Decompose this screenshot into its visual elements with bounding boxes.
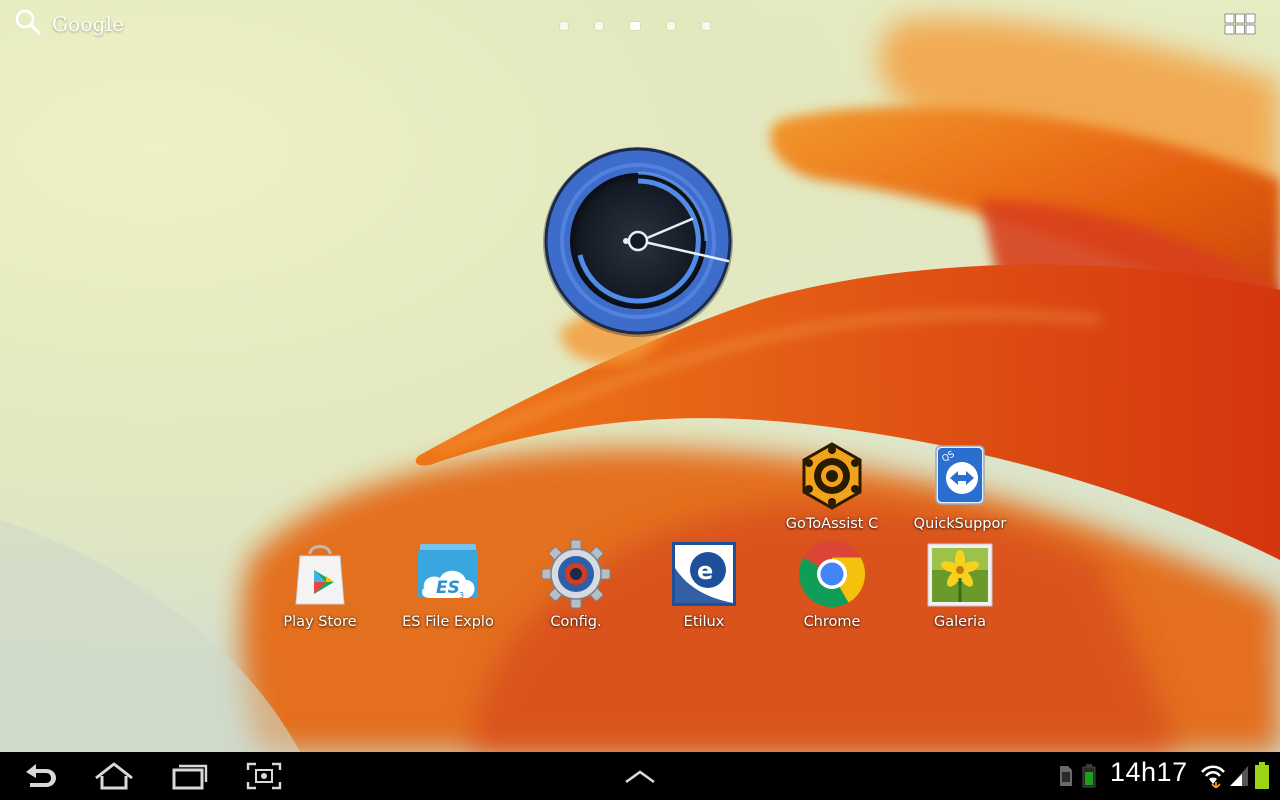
app-es-file-explorer[interactable]: ES 3 ES File Explo [396, 538, 500, 630]
home-page-indicator [560, 22, 710, 30]
recent-apps-button[interactable] [170, 760, 210, 792]
screenshot-icon [246, 762, 282, 790]
wallpaper [0, 0, 1280, 752]
wifi-icon [1200, 762, 1226, 792]
battery-small-icon [1082, 764, 1096, 792]
app-label: Play Store [283, 614, 357, 630]
app-etilux[interactable]: e Etilux [652, 538, 756, 630]
page-dot [560, 22, 568, 30]
app-play-store[interactable]: Play Store [268, 538, 372, 630]
system-navigation-bar [0, 752, 1280, 800]
svg-text:ES: ES [436, 578, 460, 598]
analog-clock-widget[interactable] [540, 145, 740, 345]
back-button[interactable] [20, 760, 60, 792]
signal-icon [1228, 764, 1250, 792]
app-label: QuickSuppor [913, 516, 1007, 532]
gallery-icon [924, 538, 996, 610]
flower-petals-image [0, 18, 1280, 752]
apps-button[interactable] [1224, 13, 1256, 35]
app-label: Galeria [934, 614, 986, 630]
gotoassist-gear-icon [796, 440, 868, 512]
google-search-label: Google [52, 12, 125, 36]
app-label: Chrome [803, 614, 861, 630]
svg-text:e: e [697, 557, 713, 585]
battery-icon [1254, 762, 1270, 794]
settings-gear-icon [540, 538, 612, 610]
teamviewer-quicksupport-icon: QS [924, 440, 996, 512]
status-clock: 14h17 [1110, 757, 1188, 787]
app-chrome[interactable]: Chrome [780, 538, 884, 630]
page-dot [667, 22, 675, 30]
app-galeria[interactable]: Galeria [908, 538, 1012, 630]
home-icon [95, 762, 133, 790]
es-file-explorer-icon: ES 3 [412, 538, 484, 610]
svg-text:3: 3 [459, 591, 464, 600]
analog-clock-icon [543, 147, 733, 337]
etilux-icon: e [668, 538, 740, 610]
google-search-bar[interactable]: Google [14, 8, 124, 40]
apps-grid-icon [1224, 13, 1256, 35]
play-store-icon [284, 538, 356, 610]
app-gotoassist[interactable]: GoToAssist C [780, 440, 884, 532]
app-label: Config. [550, 614, 602, 630]
page-dot [595, 22, 603, 30]
recent-apps-icon [172, 764, 208, 790]
screenshot-button[interactable] [244, 760, 284, 792]
home-button[interactable] [92, 760, 136, 792]
chevron-up-icon [625, 770, 655, 784]
search-icon [14, 8, 42, 40]
app-quicksupport[interactable]: QS QuickSuppor [908, 440, 1012, 532]
app-label: Etilux [683, 614, 725, 630]
page-dot [702, 22, 710, 30]
app-config[interactable]: Config. [524, 538, 628, 630]
page-dot-active [630, 22, 640, 30]
back-icon [26, 764, 56, 787]
app-drawer-button[interactable] [622, 760, 658, 792]
chrome-icon [796, 538, 868, 610]
app-label: ES File Explo [402, 614, 494, 630]
sd-card-icon [1058, 764, 1074, 792]
app-label: GoToAssist C [785, 516, 879, 532]
